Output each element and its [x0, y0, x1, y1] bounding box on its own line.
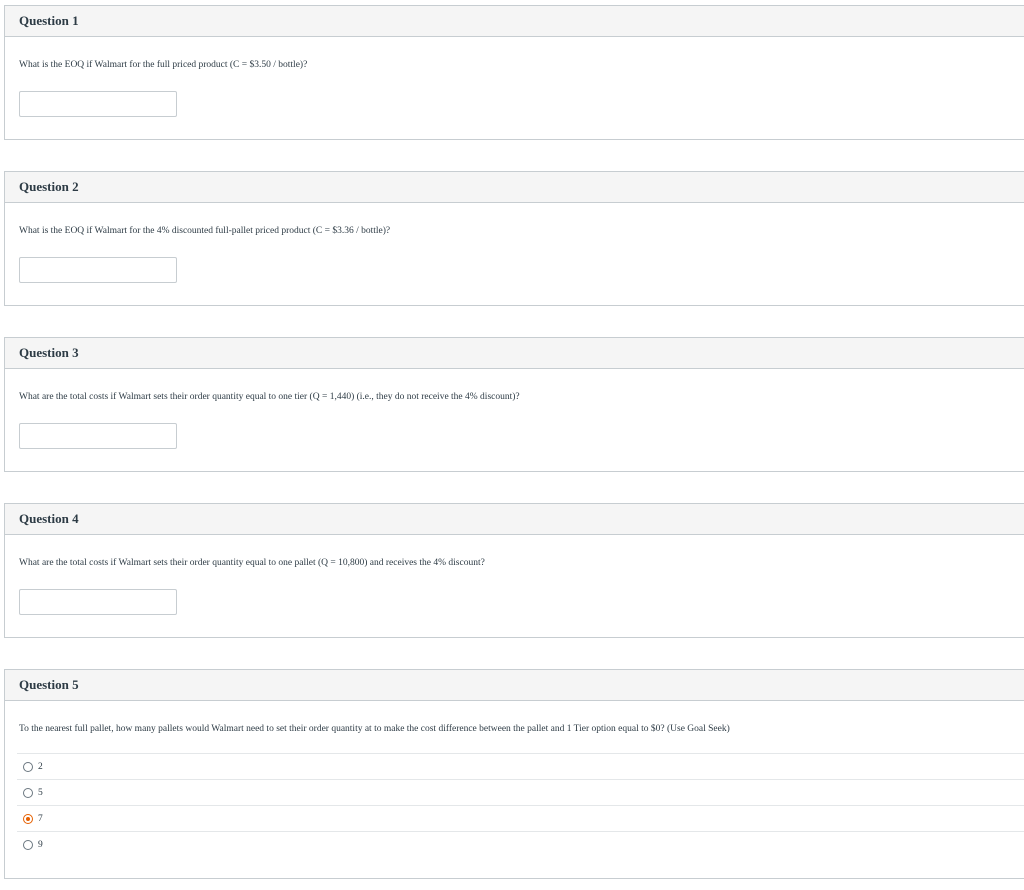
question-2-answer-input[interactable]	[19, 257, 177, 283]
answer-option[interactable]: 7	[17, 805, 1024, 831]
question-4-card: Question 4 What are the total costs if W…	[4, 503, 1024, 638]
question-1-text: What is the EOQ if Walmart for the full …	[19, 60, 308, 70]
radio-button-icon[interactable]	[23, 839, 33, 850]
question-3-body: What are the total costs if Walmart sets…	[5, 369, 1024, 449]
question-1-answer-input[interactable]	[19, 91, 177, 117]
question-3-header: Question 3	[5, 338, 1024, 369]
radio-button-icon[interactable]	[23, 813, 33, 824]
question-4-answer-input[interactable]	[19, 589, 177, 615]
question-2-header: Question 2	[5, 172, 1024, 203]
question-1-title: Question 1	[19, 13, 79, 28]
question-2-title: Question 2	[19, 179, 79, 194]
answer-option-label: 9	[38, 839, 43, 850]
question-2-card: Question 2 What is the EOQ if Walmart fo…	[4, 171, 1024, 306]
answer-option-label: 2	[38, 761, 43, 772]
question-3-title: Question 3	[19, 345, 79, 360]
question-3-card: Question 3 What are the total costs if W…	[4, 337, 1024, 472]
question-3-text: What are the total costs if Walmart sets…	[19, 392, 520, 402]
question-3-answer-input[interactable]	[19, 423, 177, 449]
question-4-title: Question 4	[19, 511, 79, 526]
answer-option-label: 5	[38, 787, 43, 798]
question-4-body: What are the total costs if Walmart sets…	[5, 535, 1024, 615]
question-5-text: To the nearest full pallet, how many pal…	[19, 724, 730, 734]
question-4-header: Question 4	[5, 504, 1024, 535]
answer-option-label: 7	[38, 813, 43, 824]
question-1-card: Question 1 What is the EOQ if Walmart fo…	[4, 5, 1024, 140]
question-5-body: To the nearest full pallet, how many pal…	[5, 701, 1024, 850]
answer-option[interactable]: 9	[17, 831, 1024, 857]
radio-button-icon[interactable]	[23, 787, 33, 798]
question-5-options: 2 5 7 9	[17, 753, 1024, 857]
quiz-container: Question 1 What is the EOQ if Walmart fo…	[0, 0, 1024, 890]
answer-option[interactable]: 2	[17, 753, 1024, 779]
question-5-header: Question 5	[5, 670, 1024, 701]
question-2-text: What is the EOQ if Walmart for the 4% di…	[19, 226, 391, 236]
answer-option[interactable]: 5	[17, 779, 1024, 805]
question-1-header: Question 1	[5, 6, 1024, 37]
question-5-title: Question 5	[19, 677, 79, 692]
question-2-body: What is the EOQ if Walmart for the 4% di…	[5, 203, 1024, 283]
question-4-text: What are the total costs if Walmart sets…	[19, 558, 485, 568]
question-1-body: What is the EOQ if Walmart for the full …	[5, 37, 1024, 117]
question-5-card: Question 5 To the nearest full pallet, h…	[4, 669, 1024, 879]
radio-button-icon[interactable]	[23, 761, 33, 772]
